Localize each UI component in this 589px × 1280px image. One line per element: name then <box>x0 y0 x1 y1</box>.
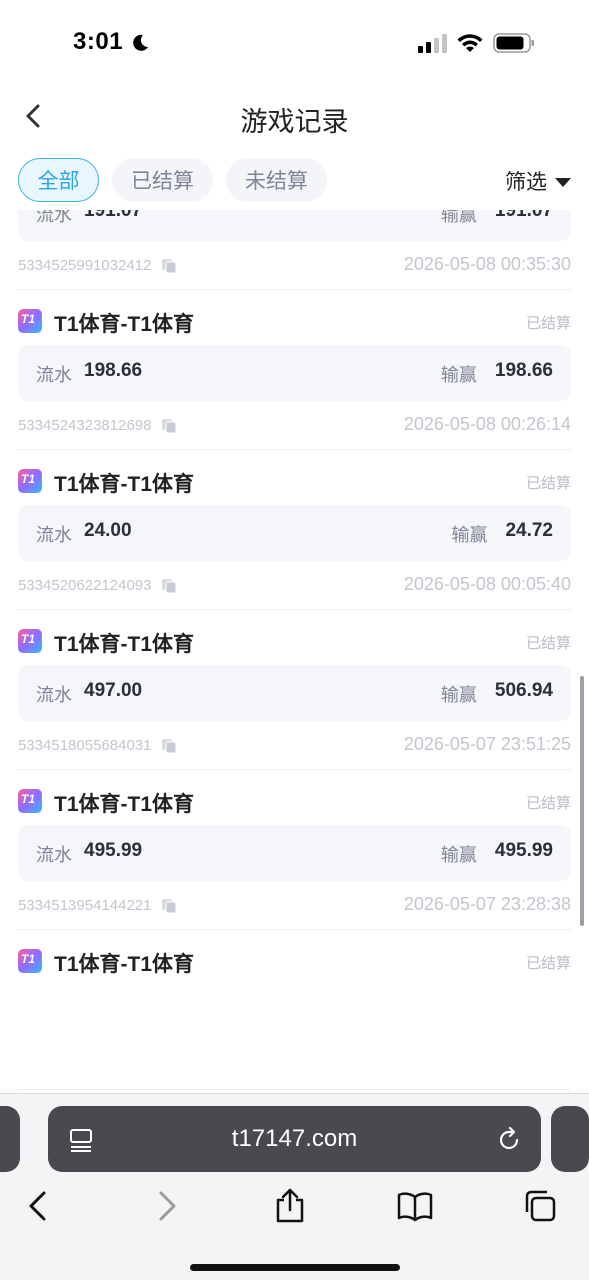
record-status: 已结算 <box>525 475 571 492</box>
record-id: 5334524323812698 <box>18 417 152 434</box>
flow-label: 流水 <box>36 365 72 385</box>
flow-value: 191.07 <box>84 210 143 221</box>
record-item[interactable]: T1 T1体育-T1体育 已结算流水 198.66 198.66 输赢 5334524323… <box>18 290 571 450</box>
record-list[interactable]: T153345287992936452026-05-08 00:51:06T1T… <box>0 210 589 1103</box>
cellular-signal-icon <box>418 34 447 53</box>
share-icon[interactable] <box>272 1188 308 1224</box>
win-label: 输赢 <box>440 845 477 865</box>
record-item[interactable]: T1 T1体育-T1体育 已结算流水 24.00 24.72 输赢 533452062212… <box>18 450 571 610</box>
copy-icon[interactable] <box>161 738 177 754</box>
browser-forward-icon[interactable] <box>149 1188 185 1224</box>
record-id-row: 5334518055684031 <box>18 737 177 754</box>
record-amounts: 流水 24.00 24.72 输赢 <box>18 505 571 561</box>
record-date: 2026-05-07 23:28:38 <box>403 894 571 914</box>
flow-value: 497.00 <box>84 680 143 701</box>
flow-label: 流水 <box>36 685 72 705</box>
record-title: T1体育-T1体育 <box>54 793 195 816</box>
record-title: T1体育-T1体育 <box>54 633 195 656</box>
previous-tab-card[interactable] <box>0 1106 20 1172</box>
battery-icon <box>493 33 534 53</box>
flow-value: 495.99 <box>84 840 143 861</box>
copy-icon[interactable] <box>161 578 177 594</box>
record-title: T1体育-T1体育 <box>54 313 195 336</box>
win-label: 输赢 <box>440 365 477 385</box>
bookmarks-icon[interactable] <box>397 1188 433 1224</box>
tab-settled[interactable]: 已结算 <box>112 158 213 202</box>
status-bar: 3:01 <box>0 0 589 86</box>
record-id: 5334518055684031 <box>18 737 152 754</box>
filter-tabs: 全部 已结算 未结算 筛选 <box>18 158 571 204</box>
record-id: 5334513954144221 <box>18 897 152 914</box>
record-item[interactable]: T1 T1体育-T1体育 已结算流水 495.99 495.99 输赢 5334513954… <box>18 770 571 930</box>
win-value: 191.07 <box>494 210 553 221</box>
t1-app-icon: T1 <box>18 629 42 653</box>
moon-icon <box>133 34 148 51</box>
tabs-icon[interactable] <box>522 1188 558 1224</box>
reload-icon[interactable] <box>495 1126 523 1154</box>
record-id-row: 5334524323812698 <box>18 417 177 434</box>
record-amounts: 流水 495.99 495.99 输赢 <box>18 825 571 881</box>
record-status: 已结算 <box>525 635 571 652</box>
record-status: 已结算 <box>525 955 571 972</box>
browser-back-icon[interactable] <box>20 1188 56 1224</box>
record-date: 2026-05-07 23:51:25 <box>403 734 571 754</box>
t1-app-icon: T1 <box>18 789 42 813</box>
copy-icon[interactable] <box>161 258 177 274</box>
triangle-down-icon <box>555 177 571 187</box>
win-value: 24.72 <box>505 520 553 541</box>
filter-label: 筛选 <box>505 171 547 194</box>
nav-bar: 游戏记录 <box>0 86 589 146</box>
record-amounts: 流水 191.07 191.07 输赢 <box>18 210 571 241</box>
next-tab-card[interactable] <box>551 1106 589 1172</box>
win-value: 495.99 <box>494 840 553 861</box>
t1-app-icon: T1 <box>18 469 42 493</box>
record-title: T1体育-T1体育 <box>54 953 195 976</box>
scrollbar[interactable] <box>580 676 584 926</box>
flow-label: 流水 <box>36 845 72 865</box>
tab-all[interactable]: 全部 <box>18 158 99 202</box>
win-value: 198.66 <box>494 360 553 381</box>
copy-icon[interactable] <box>161 418 177 434</box>
win-label: 输赢 <box>440 210 477 225</box>
record-amounts: 流水 198.66 198.66 输赢 <box>18 345 571 401</box>
win-value: 506.94 <box>494 680 553 701</box>
t1-app-icon: T1 <box>18 949 42 973</box>
record-id-row: 5334520622124093 <box>18 577 177 594</box>
status-time: 3:01 <box>73 28 124 55</box>
win-label: 输赢 <box>451 525 488 545</box>
flow-value: 198.66 <box>84 360 143 381</box>
flow-label: 流水 <box>36 525 72 545</box>
record-id: 5334520622124093 <box>18 577 152 594</box>
record-id: 5334525991032412 <box>18 257 152 274</box>
record-date: 2026-05-08 00:05:40 <box>403 574 571 594</box>
url-text: t17147.com <box>231 1125 358 1152</box>
record-item[interactable]: T1 T1体育-T1体育 已结算流水 497.00 506.94 输赢 5334518055… <box>18 610 571 770</box>
record-item[interactable]: T1 T1体育-T1体育 已结算 <box>18 930 571 1090</box>
win-label: 输赢 <box>440 685 477 705</box>
record-status: 已结算 <box>525 795 571 812</box>
home-indicator[interactable] <box>190 1264 400 1271</box>
tab-unsettled[interactable]: 未结算 <box>226 158 327 202</box>
browser-toolbar: t17147.com <box>0 1093 589 1280</box>
wifi-icon <box>457 34 483 52</box>
address-bar[interactable]: t17147.com <box>48 1106 541 1172</box>
record-item[interactable]: T1T1体育-T1体育已结算流水191.07191.07输赢5334525991… <box>18 210 571 290</box>
record-id-row: 5334525991032412 <box>18 257 177 274</box>
record-id-row: 5334513954144221 <box>18 897 177 914</box>
flow-value: 24.00 <box>84 520 132 541</box>
record-title: T1体育-T1体育 <box>54 473 195 496</box>
filter-button[interactable]: 筛选 <box>505 166 571 196</box>
record-date: 2026-05-08 00:26:14 <box>403 414 571 434</box>
t1-app-icon: T1 <box>18 309 42 333</box>
page-title: 游戏记录 <box>240 107 349 137</box>
record-date: 2026-05-08 00:35:30 <box>403 254 571 274</box>
copy-icon[interactable] <box>161 898 177 914</box>
record-status: 已结算 <box>525 315 571 332</box>
flow-label: 流水 <box>36 210 72 225</box>
record-amounts: 流水 497.00 506.94 输赢 <box>18 665 571 721</box>
